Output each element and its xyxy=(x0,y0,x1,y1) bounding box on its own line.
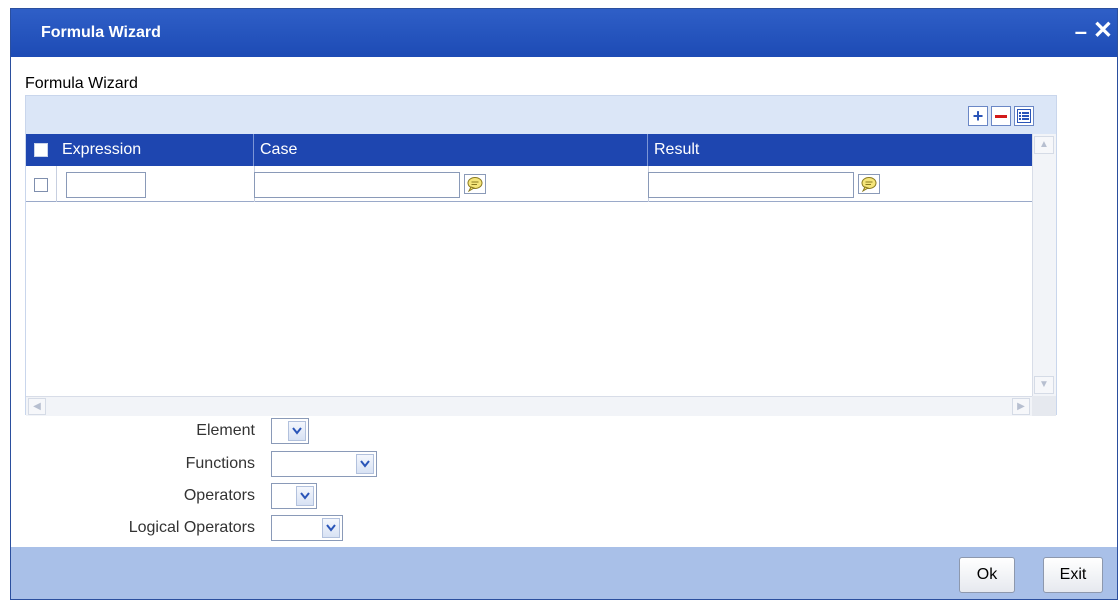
column-header-case: Case xyxy=(254,134,648,166)
case-edit-button[interactable] xyxy=(464,174,486,194)
expression-grid: + Expression Case Result ▲ ▼ ◀ ▶ xyxy=(25,95,1057,416)
select-all-checkbox[interactable] xyxy=(34,143,48,157)
horizontal-scrollbar[interactable]: ◀ ▶ xyxy=(26,396,1032,416)
exit-button[interactable]: Exit xyxy=(1043,557,1103,593)
grid-header-row: Expression Case Result xyxy=(26,134,1032,166)
table-row xyxy=(26,166,1032,202)
scroll-down-button[interactable]: ▼ xyxy=(1034,376,1054,394)
list-view-icon xyxy=(1017,109,1031,123)
formula-wizard-window: Formula Wizard – ✕ Formula Wizard + Expr… xyxy=(10,8,1118,600)
chevron-down-icon xyxy=(288,421,306,441)
column-header-expression: Expression xyxy=(56,134,254,166)
speech-bubble-icon xyxy=(467,177,483,193)
chevron-down-icon xyxy=(322,518,340,538)
chevron-down-icon xyxy=(296,486,314,506)
grid-toolbar: + xyxy=(26,96,1056,134)
logical-operators-label: Logical Operators xyxy=(128,519,255,536)
scroll-corner xyxy=(1032,396,1056,416)
add-row-button[interactable]: + xyxy=(968,106,988,126)
scroll-up-button[interactable]: ▲ xyxy=(1034,136,1054,154)
functions-select[interactable] xyxy=(271,451,377,477)
case-input[interactable] xyxy=(254,172,460,198)
operators-select[interactable] xyxy=(271,483,317,509)
operators-label: Operators xyxy=(183,487,255,504)
element-select[interactable] xyxy=(271,418,309,444)
result-input[interactable] xyxy=(648,172,854,198)
row-checkbox[interactable] xyxy=(34,178,48,192)
plus-icon: + xyxy=(972,106,984,126)
delete-row-button[interactable] xyxy=(991,106,1011,126)
logical-operators-select[interactable] xyxy=(271,515,343,541)
title-bar[interactable]: Formula Wizard – ✕ xyxy=(11,9,1117,57)
speech-bubble-icon xyxy=(861,177,877,193)
vertical-scrollbar[interactable]: ▲ ▼ xyxy=(1032,134,1056,396)
column-divider xyxy=(56,166,57,202)
close-button[interactable]: ✕ xyxy=(1093,19,1113,43)
column-header-result: Result xyxy=(654,141,700,158)
dialog-footer: Ok Exit xyxy=(11,547,1117,599)
chevron-down-icon xyxy=(356,454,374,474)
element-label: Element xyxy=(196,422,255,439)
result-edit-button[interactable] xyxy=(858,174,880,194)
window-title: Formula Wizard xyxy=(41,24,161,41)
section-title: Formula Wizard xyxy=(25,75,138,92)
ok-button[interactable]: Ok xyxy=(959,557,1015,593)
minus-icon xyxy=(995,114,1007,118)
minimize-button[interactable]: – xyxy=(1075,21,1087,43)
single-view-button[interactable] xyxy=(1014,106,1034,126)
functions-label: Functions xyxy=(185,455,255,472)
scroll-left-button[interactable]: ◀ xyxy=(28,398,46,415)
expression-input[interactable] xyxy=(66,172,146,198)
scroll-right-button[interactable]: ▶ xyxy=(1012,398,1030,415)
